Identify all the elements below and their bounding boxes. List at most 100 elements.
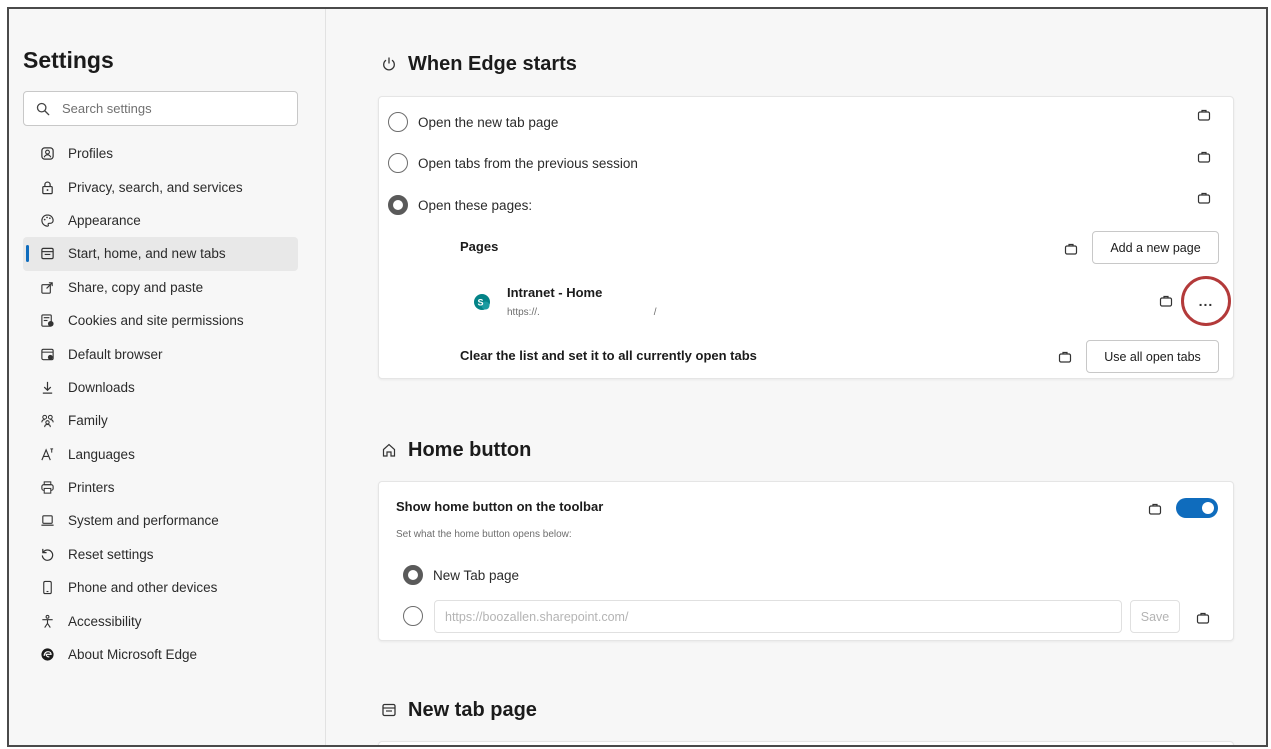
managed-briefcase-icon xyxy=(1196,611,1210,625)
option-new-tab-row[interactable]: Open the new tab page xyxy=(379,111,1233,133)
sidebar-item-languages[interactable]: Languages xyxy=(23,438,298,471)
languages-icon xyxy=(39,446,55,462)
managed-briefcase-icon xyxy=(1197,150,1211,164)
option-pages-row[interactable]: Open these pages: xyxy=(379,194,1233,216)
download-icon xyxy=(39,379,55,395)
startup-card: Open the new tab page Open tabs from the… xyxy=(378,96,1234,379)
sidebar-item-label: Reset settings xyxy=(68,546,154,562)
search-box[interactable] xyxy=(23,91,298,126)
more-actions-button[interactable]: ... xyxy=(1199,294,1214,308)
sidebar-item-privacy[interactable]: Privacy, search, and services xyxy=(23,170,298,203)
sidebar-item-profiles[interactable]: Profiles xyxy=(23,137,298,170)
sidebar-item-system[interactable]: System and performance xyxy=(23,504,298,537)
clear-list-label: Clear the list and set it to all current… xyxy=(460,348,757,363)
printer-icon xyxy=(39,480,55,496)
managed-briefcase-icon xyxy=(1064,242,1078,256)
sidebar-item-downloads[interactable]: Downloads xyxy=(23,371,298,404)
accessibility-icon xyxy=(39,613,55,629)
svg-text:S: S xyxy=(477,298,483,308)
home-url-input[interactable] xyxy=(434,600,1122,633)
home-option-new-tab-label: New Tab page xyxy=(433,567,520,583)
page-url: https://. / xyxy=(507,307,657,318)
sidebar-item-cookies[interactable]: Cookies and site permissions xyxy=(23,304,298,337)
search-input[interactable] xyxy=(62,101,262,116)
share-icon xyxy=(39,279,55,295)
managed-briefcase-icon xyxy=(1197,108,1211,122)
show-home-label: Show home button on the toolbar xyxy=(396,499,604,514)
palette-icon xyxy=(39,212,55,228)
sidebar-item-family[interactable]: Family xyxy=(23,404,298,437)
lock-icon xyxy=(39,179,55,195)
settings-title: Settings xyxy=(23,47,114,73)
start-tabs-icon xyxy=(39,246,55,262)
sidebar-item-label: Family xyxy=(68,413,108,429)
sharepoint-icon: S xyxy=(473,293,491,311)
sidebar-item-label: System and performance xyxy=(68,513,219,529)
add-new-page-button[interactable]: Add a new page xyxy=(1092,231,1219,264)
settings-window: Settings Profiles Privacy, search, and s… xyxy=(7,7,1268,747)
home-button-card: Show home button on the toolbar Set what… xyxy=(378,481,1234,641)
sidebar-item-label: Phone and other devices xyxy=(68,580,218,596)
pages-label: Pages xyxy=(460,239,499,254)
family-icon xyxy=(39,413,55,429)
save-button[interactable]: Save xyxy=(1130,600,1180,633)
reset-icon xyxy=(39,546,55,562)
sidebar-item-label: Profiles xyxy=(68,146,114,162)
sidebar-item-appearance[interactable]: Appearance xyxy=(23,204,298,237)
managed-briefcase-icon xyxy=(1197,191,1211,205)
radio-previous-session[interactable] xyxy=(388,153,408,173)
new-tab-card xyxy=(378,741,1234,745)
managed-briefcase-icon xyxy=(1159,294,1173,308)
cookies-icon xyxy=(39,313,55,329)
sidebar-item-default-browser[interactable]: Default browser xyxy=(23,337,298,370)
radio-open-pages[interactable] xyxy=(388,195,408,215)
managed-briefcase-icon xyxy=(1058,350,1072,364)
section-home-button: Home button xyxy=(381,439,531,462)
new-tab-icon xyxy=(381,702,399,720)
sidebar-item-start-home-tabs[interactable]: Start, home, and new tabs xyxy=(23,237,298,271)
sidebar-item-reset[interactable]: Reset settings xyxy=(23,538,298,571)
power-icon xyxy=(381,56,399,74)
laptop-icon xyxy=(39,513,55,529)
sidebar-item-printers[interactable]: Printers xyxy=(23,471,298,504)
sidebar-item-accessibility[interactable]: Accessibility xyxy=(23,604,298,637)
sidebar-item-label: Appearance xyxy=(68,212,141,228)
more-actions-highlight: ... xyxy=(1181,276,1231,326)
profile-icon xyxy=(39,146,55,162)
radio-home-url[interactable] xyxy=(403,606,423,626)
option-pages-label: Open these pages: xyxy=(418,197,533,213)
sidebar-item-phone[interactable]: Phone and other devices xyxy=(23,571,298,604)
page-title: Intranet - Home xyxy=(507,285,603,300)
sidebar-item-label: Share, copy and paste xyxy=(68,279,204,295)
managed-briefcase-icon xyxy=(1148,502,1162,516)
sidebar-item-label: Downloads xyxy=(68,379,135,395)
section-title-text: When Edge starts xyxy=(408,53,577,75)
home-option-new-tab-row[interactable]: New Tab page xyxy=(379,564,1233,586)
search-icon xyxy=(36,102,50,116)
sidebar-item-label: Start, home, and new tabs xyxy=(68,246,226,262)
sidebar-item-label: Accessibility xyxy=(68,613,142,629)
radio-home-new-tab[interactable] xyxy=(403,565,423,585)
sidebar-item-label: Languages xyxy=(68,446,135,462)
sidebar-item-label: Printers xyxy=(68,480,115,496)
main-content: When Edge starts Open the new tab page O… xyxy=(327,9,1266,745)
sidebar-item-share[interactable]: Share, copy and paste xyxy=(23,271,298,304)
home-sub-label: Set what the home button opens below: xyxy=(396,529,572,540)
sidebar-item-label: Privacy, search, and services xyxy=(68,179,243,195)
section-new-tab-page: New tab page xyxy=(381,699,537,722)
option-previous-label: Open tabs from the previous session xyxy=(418,155,638,171)
edge-logo-icon xyxy=(39,647,55,663)
option-previous-row[interactable]: Open tabs from the previous session xyxy=(379,152,1233,174)
radio-new-tab[interactable] xyxy=(388,112,408,132)
home-button-toggle[interactable] xyxy=(1176,498,1218,518)
home-icon xyxy=(381,442,399,460)
sidebar-item-label: Cookies and site permissions xyxy=(68,313,244,329)
use-all-open-tabs-button[interactable]: Use all open tabs xyxy=(1086,340,1219,373)
sidebar-item-label: Default browser xyxy=(68,346,163,362)
section-title-text: Home button xyxy=(408,439,532,461)
option-new-tab-label: Open the new tab page xyxy=(418,114,559,130)
sidebar-item-about[interactable]: About Microsoft Edge xyxy=(23,638,298,671)
default-browser-icon xyxy=(39,346,55,362)
section-when-edge-starts: When Edge starts xyxy=(381,53,577,76)
sidebar: Settings Profiles Privacy, search, and s… xyxy=(9,9,326,745)
